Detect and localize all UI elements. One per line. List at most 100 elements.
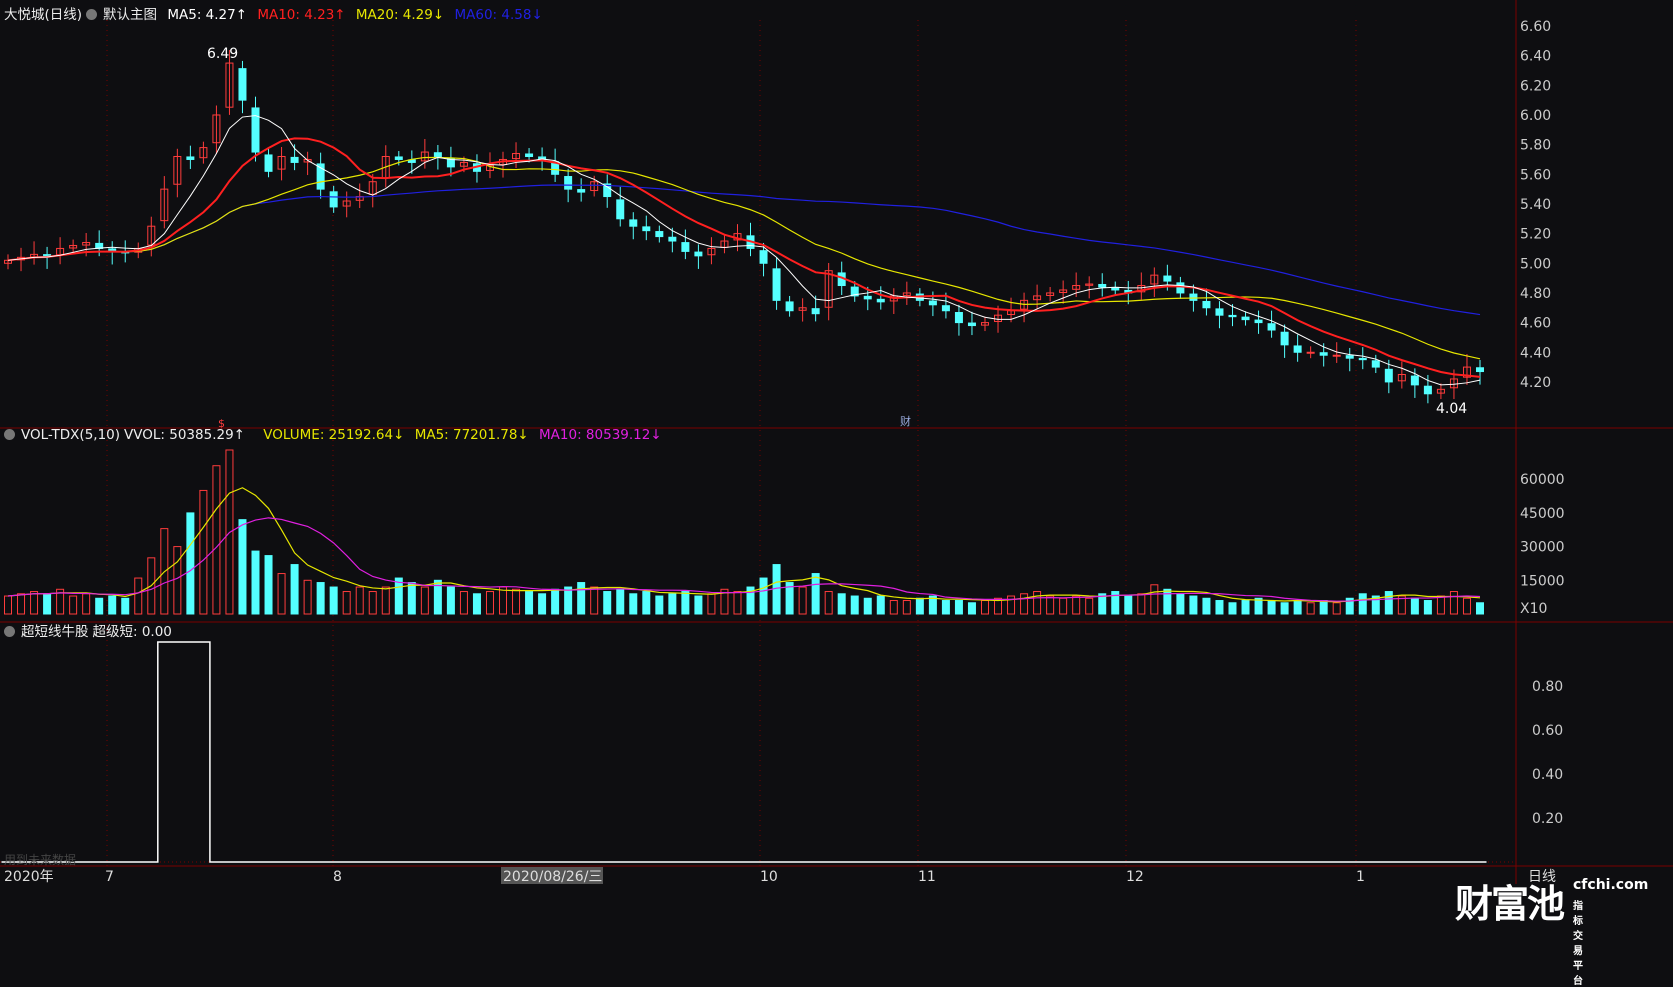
price-tick-label: 6.00 [1520, 108, 1551, 124]
vol-ma10-legend: MA10: 80539.12↓ [539, 427, 662, 443]
price-tick-label: 5.60 [1520, 167, 1551, 183]
volume-bar [1020, 593, 1029, 615]
volume-bar [1319, 600, 1328, 615]
low-price-label: 4.04 [1436, 401, 1467, 417]
date-axis-label: 8 [333, 869, 342, 885]
indicator-header: 超短线牛股 超级短: 0.00 [4, 620, 178, 640]
price-tick-label: 4.40 [1520, 345, 1551, 361]
candle-down [876, 298, 885, 303]
volume-bar [707, 593, 716, 615]
candle-down [290, 156, 299, 163]
watermark-slogan: 指标交易平台 [1573, 901, 1583, 987]
price-tick-label: 4.80 [1520, 286, 1551, 302]
volume-bar [772, 564, 781, 615]
volume-bar [759, 577, 768, 615]
volume-dropdown-icon[interactable] [4, 429, 15, 440]
volume-bar [134, 577, 143, 615]
stock-title[interactable]: 大悦城(日线) [4, 7, 82, 23]
watermark-logo: 财富池 cfchi.com 指标交易平台 [1455, 873, 1648, 987]
date-axis-label: 11 [918, 869, 936, 885]
volume-header: VOL-TDX(5,10) VVOL: 50385.29↑ VOLUME: 251… [4, 427, 668, 443]
candle-down [1228, 314, 1237, 318]
volume-bar [811, 573, 820, 615]
volume-bar [108, 595, 117, 615]
volume-indicator-name[interactable]: VOL-TDX(5,10) [21, 427, 120, 443]
volume-bar [616, 588, 625, 615]
stock-chart[interactable]: 6.60 6.40 6.20 6.00 5.80 5.60 5.40 5.20 5.00 4.80… [0, 0, 1673, 944]
volume-bar [4, 595, 12, 615]
candle-up [1332, 354, 1341, 357]
price-tick-label: 5.80 [1520, 138, 1551, 154]
date-axis-label: 2020年 [4, 869, 54, 885]
volume-bar [1202, 597, 1211, 615]
candle-down [1176, 282, 1185, 294]
price-tick-label: 6.40 [1520, 49, 1551, 65]
date-axis-label: 2020/08/26/三 [503, 869, 602, 885]
price-tick-label: 6.60 [1520, 19, 1551, 35]
volume-bar [238, 519, 247, 615]
volume-bar [186, 512, 195, 615]
candle-down [1410, 375, 1419, 386]
volume-bar [251, 550, 260, 615]
candle-down [967, 322, 976, 327]
candle-down [264, 154, 273, 172]
volume-bar [394, 577, 403, 615]
candle-down [928, 300, 937, 306]
price-tick-label: 5.20 [1520, 227, 1551, 243]
ma5-legend: MA5: 4.27↑ [167, 7, 248, 23]
price-tick-label: 5.00 [1520, 256, 1551, 272]
volume-bar [1124, 595, 1133, 615]
volume-bar [420, 586, 429, 615]
volume-bar [642, 591, 651, 615]
indicator-name[interactable]: 超短线牛股 [21, 624, 89, 640]
price-tick-label: 4.20 [1520, 375, 1551, 391]
volume-bar [694, 595, 703, 615]
candle-down [1384, 368, 1393, 383]
template-name[interactable]: 默认主图 [103, 7, 157, 23]
candle-down [564, 176, 573, 190]
candle-down [1423, 385, 1432, 395]
volume-bar [980, 600, 989, 615]
volume-bar [446, 586, 455, 615]
volume-bar [30, 591, 39, 615]
candle-down [186, 156, 195, 160]
date-axis-label: 10 [760, 869, 778, 885]
candle-down [1476, 367, 1484, 373]
vvol-legend: VVOL: 50385.29↑ [124, 427, 245, 443]
volume-bar [368, 591, 377, 615]
volume-bar [1476, 602, 1484, 615]
volume-bar [355, 586, 364, 615]
volume-bar [1241, 600, 1250, 615]
indicator-tick-label: 0.60 [1532, 723, 1563, 739]
volume-tick-label: 15000 [1520, 573, 1565, 589]
ma20-line [7, 156, 1481, 360]
volume-bar [824, 591, 833, 615]
volume-bar [798, 586, 807, 615]
volume-bar [381, 586, 390, 615]
volume-bar [1163, 588, 1172, 615]
volume-bar [1384, 591, 1393, 615]
candle-down [681, 242, 690, 252]
volume-bar [43, 593, 52, 615]
volume-bar [837, 593, 846, 615]
volume-bar [459, 591, 468, 615]
volume-tick-label: 45000 [1520, 506, 1565, 522]
future-data-note: 用到未来数据 [4, 853, 77, 867]
volume-bar [1137, 593, 1146, 615]
indicator-tick-label: 0.80 [1532, 679, 1563, 695]
volume-bar [95, 597, 104, 615]
candle-down [1098, 283, 1107, 288]
volume-bar [499, 586, 508, 615]
volume-bar [1215, 600, 1224, 615]
template-dropdown-icon[interactable] [86, 9, 98, 20]
volume-bar [1358, 593, 1367, 615]
volume-bar [525, 591, 534, 615]
candle-down [1345, 355, 1354, 359]
volume-bar [1436, 595, 1445, 615]
volume-bar [564, 586, 573, 615]
candle-down [642, 226, 651, 232]
date-axis-label: 1 [1356, 869, 1365, 885]
indicator-dropdown-icon[interactable] [4, 626, 15, 637]
volume-bar [967, 602, 976, 615]
candle-down [655, 231, 664, 238]
